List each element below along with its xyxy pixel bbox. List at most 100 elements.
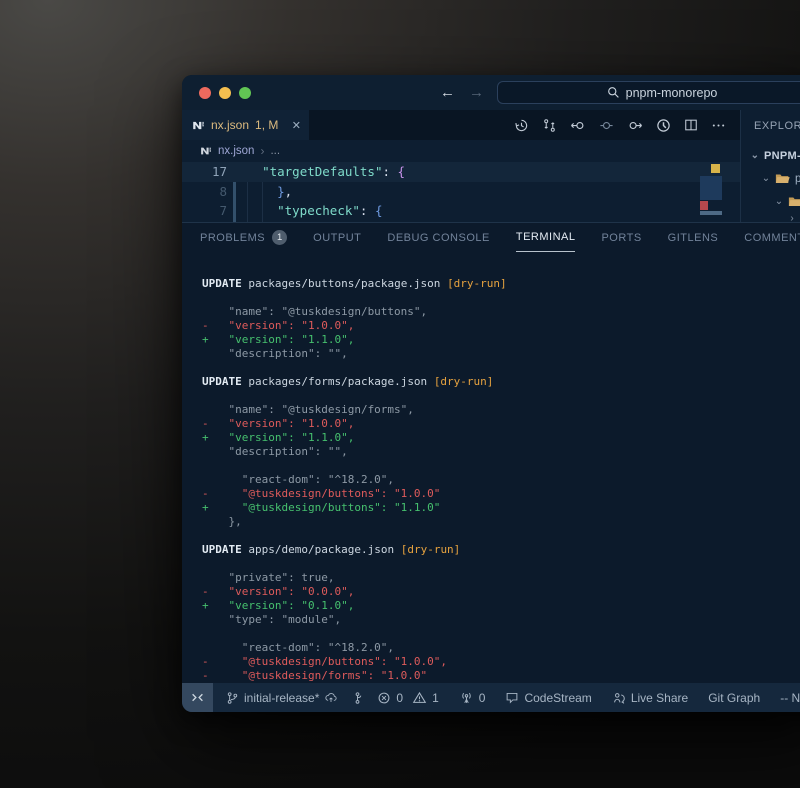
terminal-line bbox=[202, 361, 800, 375]
gitlens-status[interactable] bbox=[351, 691, 364, 705]
editor-line[interactable]: 7 "typecheck": { bbox=[182, 201, 740, 221]
more-actions-icon[interactable] bbox=[711, 118, 726, 133]
line-number: 8 bbox=[182, 182, 227, 202]
terminal-line: }, bbox=[202, 515, 800, 529]
diff-added-line: + "@tuskdesign/buttons": "1.1.0" bbox=[202, 501, 440, 514]
diff-removed-line: - "@tuskdesign/buttons": "1.0.0" bbox=[202, 487, 440, 500]
terminal-line: "name": "@tuskdesign/forms", bbox=[202, 403, 800, 417]
remote-indicator[interactable] bbox=[182, 683, 213, 712]
panel-tab-gitlens[interactable]: GITLENS bbox=[668, 223, 719, 252]
panel-tab-label: DEBUG CONSOLE bbox=[387, 224, 489, 252]
panel-tab-label: PROBLEMS bbox=[200, 224, 265, 252]
breadcrumb-file[interactable]: nx.json bbox=[218, 145, 254, 157]
panel-tab-label: TERMINAL bbox=[516, 223, 576, 251]
explorer-folder-packages[interactable]: ⌄ packages bbox=[741, 167, 800, 190]
minimap-error-marker bbox=[700, 201, 708, 210]
panel-tab-debug-console[interactable]: DEBUG CONSOLE bbox=[387, 223, 489, 252]
terminal-line: - "version": "1.0.0", bbox=[202, 417, 800, 431]
desktop-background: ← → pnpm-monorepo bbox=[0, 0, 800, 788]
minimap-slider[interactable] bbox=[700, 176, 722, 200]
explorer-folder-nested[interactable]: ⌄ bbox=[741, 190, 800, 213]
live-share-icon bbox=[612, 691, 626, 705]
update-keyword: UPDATE bbox=[202, 277, 242, 290]
nx-file-icon bbox=[200, 145, 212, 157]
panel-tab-problems[interactable]: PROBLEMS 1 bbox=[200, 223, 287, 252]
broadcast-count: 0 bbox=[479, 691, 486, 705]
editor-line[interactable]: 17 "targetDefaults": { bbox=[182, 162, 740, 182]
navigate-forward-icon[interactable]: → bbox=[469, 84, 484, 101]
next-change-icon[interactable] bbox=[627, 118, 643, 133]
code-text: "typecheck": { bbox=[227, 201, 383, 221]
live-share-status[interactable]: Live Share bbox=[612, 691, 688, 705]
dry-run-tag: [dry-run] bbox=[401, 543, 461, 556]
package-path: apps/demo/package.json bbox=[242, 543, 401, 556]
diff-context-line: "description": "", bbox=[202, 445, 348, 458]
chevron-down-icon: ⌄ bbox=[761, 173, 771, 184]
nx-file-icon bbox=[192, 119, 205, 132]
minimap[interactable] bbox=[700, 162, 722, 222]
terminal-line: UPDATE packages/forms/package.json [dry-… bbox=[202, 375, 800, 389]
update-keyword: UPDATE bbox=[202, 375, 242, 388]
editor-line[interactable]: 8 }, bbox=[182, 182, 740, 202]
tab-nx-json[interactable]: nx.json 1, M ✕ bbox=[182, 110, 310, 140]
terminal-output[interactable]: UPDATE packages/buttons/package.json [dr… bbox=[182, 252, 800, 683]
indent-guide bbox=[247, 182, 248, 222]
live-share-label: Live Share bbox=[631, 691, 688, 705]
panel-tab-ports[interactable]: PORTS bbox=[601, 223, 641, 252]
previous-change-icon[interactable] bbox=[570, 118, 586, 133]
diff-removed-line: - "version": "0.0.0", bbox=[202, 585, 354, 598]
current-change-icon[interactable] bbox=[599, 118, 614, 133]
minimize-window-button[interactable] bbox=[219, 87, 231, 99]
navigate-back-icon[interactable]: ← bbox=[440, 84, 455, 101]
git-graph-label: Git Graph bbox=[708, 691, 760, 705]
tab-close-icon[interactable]: ✕ bbox=[292, 119, 301, 132]
split-editor-icon[interactable] bbox=[684, 118, 698, 132]
git-graph-status[interactable]: Git Graph bbox=[708, 691, 760, 705]
code-text: }, bbox=[227, 182, 292, 202]
history-icon[interactable] bbox=[514, 118, 529, 133]
branch-name: initial-release* bbox=[244, 691, 319, 705]
terminal-line: + "version": "1.1.0", bbox=[202, 431, 800, 445]
problems-status[interactable]: 0 1 bbox=[377, 691, 438, 705]
diff-context-line: "description": "", bbox=[202, 347, 348, 360]
package-path: packages/buttons/package.json bbox=[242, 277, 447, 290]
terminal-line: "description": "", bbox=[202, 445, 800, 459]
chevron-icon: › bbox=[787, 213, 797, 224]
indent-guide bbox=[262, 182, 263, 222]
diff-removed-line: - "version": "1.0.0", bbox=[202, 417, 354, 430]
explorer-root-folder[interactable]: ⌄ PNPM-MONOREPO bbox=[741, 144, 800, 167]
command-center-search[interactable]: pnpm-monorepo bbox=[497, 81, 800, 104]
compare-changes-icon[interactable] bbox=[542, 118, 557, 133]
main-area: nx.json 1, M ✕ bbox=[182, 110, 800, 222]
editor-tabstrip: nx.json 1, M ✕ bbox=[182, 110, 740, 140]
broadcast-status[interactable]: 0 bbox=[459, 691, 486, 705]
explorer-row-partial[interactable]: › bbox=[741, 213, 800, 223]
panel-tab-output[interactable]: OUTPUT bbox=[313, 223, 361, 252]
terminal-line: - "@tuskdesign/forms": "1.0.0" bbox=[202, 669, 800, 683]
problems-badge: 1 bbox=[272, 230, 287, 245]
error-count: 0 bbox=[396, 691, 403, 705]
warning-icon bbox=[412, 691, 427, 705]
close-window-button[interactable] bbox=[199, 87, 211, 99]
chevron-down-icon: ⌄ bbox=[750, 150, 760, 161]
panel-tab-label: PORTS bbox=[601, 224, 641, 252]
update-keyword: UPDATE bbox=[202, 543, 242, 556]
diff-removed-line: - "@tuskdesign/forms": "1.0.0" bbox=[202, 669, 427, 682]
broadcast-tower-icon bbox=[459, 691, 474, 705]
editor-code-area[interactable]: 17 "targetDefaults": {8 },7 "typecheck":… bbox=[182, 162, 740, 222]
codestream-status[interactable]: CodeStream bbox=[505, 691, 591, 705]
breadcrumb-symbol[interactable]: ... bbox=[270, 145, 280, 157]
maximize-window-button[interactable] bbox=[239, 87, 251, 99]
panel-tab-terminal[interactable]: TERMINAL bbox=[516, 223, 576, 252]
breadcrumb[interactable]: nx.json › ... bbox=[182, 140, 740, 162]
explorer-root-label: PNPM-MONOREPO bbox=[764, 150, 800, 162]
editor-actions bbox=[514, 110, 740, 140]
terminal-line bbox=[202, 529, 800, 543]
timeline-icon[interactable] bbox=[656, 118, 671, 133]
diff-added-line: + "version": "0.1.0", bbox=[202, 599, 354, 612]
git-branch-status[interactable]: initial-release* bbox=[226, 691, 338, 705]
panel-tab-comments[interactable]: COMMENTS bbox=[744, 223, 800, 252]
vim-mode-status[interactable]: -- NORMAL -- bbox=[780, 691, 800, 705]
statusbar: initial-release* 0 bbox=[182, 683, 800, 712]
terminal-line: - "@tuskdesign/buttons": "1.0.0" bbox=[202, 487, 800, 501]
